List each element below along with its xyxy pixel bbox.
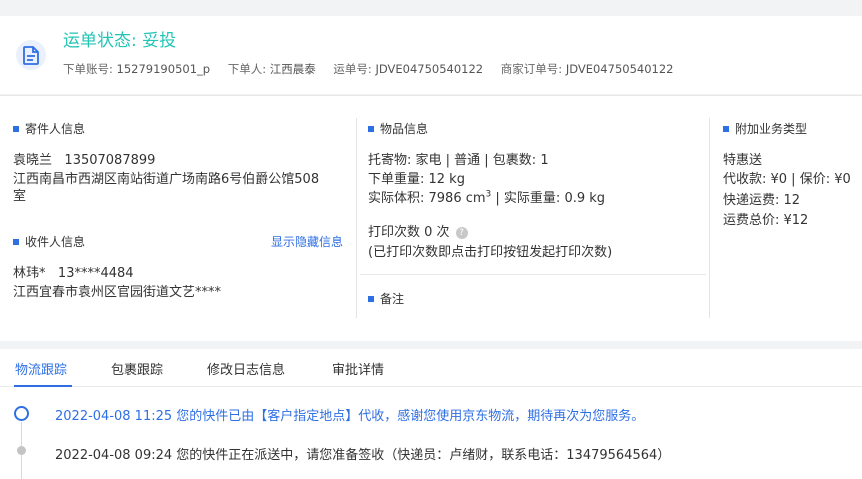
waybill-status: 运单状态: 妥投 xyxy=(63,26,176,51)
section-divider xyxy=(360,274,706,275)
orderer-value: 江西晨泰 xyxy=(269,62,316,76)
timeline-current-dot-icon xyxy=(14,406,29,421)
sender-contact: 袁晓兰 13507087899 xyxy=(13,149,155,168)
order-meta: 下单账号: 15279190501_p 下单人: 江西晨泰 运单号: JDVE0… xyxy=(63,61,687,77)
extra-section-title: 附加业务类型 xyxy=(723,120,807,137)
goods-section-title: 物品信息 xyxy=(368,120,428,137)
actual-volume-weight: 实际体积: 7986 cm3 | 实际重量: 0.9 kg xyxy=(368,187,605,206)
tracking-panel: 物流跟踪 包裹跟踪 修改日志信息 审批详情 2022-04-08 11:25 您… xyxy=(0,349,862,479)
volume-value: 7986 cm xyxy=(428,191,486,206)
section-marker-icon xyxy=(368,296,374,302)
remark-section-title: 备注 xyxy=(368,290,404,307)
timeline-entry: 2022-04-08 09:24 您的快件正在派送中，请您准备签收（快递员：卢绪… xyxy=(55,448,671,463)
section-marker-icon xyxy=(13,126,19,132)
tab-logistics-tracking[interactable]: 物流跟踪 xyxy=(15,359,67,378)
sender-name: 袁晓兰 xyxy=(13,153,53,168)
volume-label: 实际体积: xyxy=(368,191,429,206)
goods-column: 物品信息 托寄物: 家电 | 普通 | 包裹数: 1 下单重量: 12 kg 实… xyxy=(357,96,709,341)
tab-change-log[interactable]: 修改日志信息 xyxy=(207,359,285,378)
timeline-entry: 2022-04-08 11:25 您的快件已由【客户指定地点】代收，感谢您使用京… xyxy=(55,409,645,424)
active-tab-indicator xyxy=(14,385,72,387)
sender-receiver-column: 寄件人信息 袁晓兰 13507087899 江西南昌市西湖区南站街道广场南路6号… xyxy=(0,96,356,341)
service-type: 特惠送 xyxy=(723,153,763,168)
sender-address: 江西南昌市西湖区南站街道广场南路6号伯爵公馆508 xyxy=(13,172,320,187)
status-label: 运单状态: xyxy=(63,31,143,51)
merchant-order-value: JDVE04750540122 xyxy=(565,62,674,76)
sender-section-title: 寄件人信息 xyxy=(13,120,85,137)
waybill-detail-page: 运单状态: 妥投 下单账号: 15279190501_p 下单人: 江西晨泰 运… xyxy=(0,0,862,479)
receiver-name: 林玮* xyxy=(13,266,46,281)
document-icon xyxy=(16,40,46,70)
waybill-number-value: JDVE04750540122 xyxy=(375,62,484,76)
receiver-phone: 13****4484 xyxy=(57,266,134,281)
order-weight: 下单重量: 12 kg xyxy=(368,172,465,187)
print-count: 打印次数 0 次? xyxy=(368,221,468,240)
extra-service-column: 附加业务类型 特惠送 代收款: ¥0 | 保价: ¥0 快递运费: 12 运费总… xyxy=(710,96,862,341)
actual-weight: | 实际重量: 0.9 kg xyxy=(491,191,606,206)
section-marker-icon xyxy=(723,126,729,132)
receiver-address: 江西宜春市袁州区官园街道文艺**** xyxy=(13,285,222,300)
receiver-contact: 林玮* 13****4484 xyxy=(13,262,134,281)
print-count-hint: (已打印次数即点击打印按钮发起打印次数) xyxy=(368,245,613,260)
info-panel: 寄件人信息 袁晓兰 13507087899 江西南昌市西湖区南站街道广场南路6号… xyxy=(0,95,862,341)
cod-insurance: 代收款: ¥0 | 保价: ¥0 xyxy=(723,172,851,187)
section-marker-icon xyxy=(13,239,19,245)
section-marker-icon xyxy=(368,126,374,132)
status-value: 妥投 xyxy=(142,31,177,51)
help-icon[interactable]: ? xyxy=(455,227,468,239)
goods-description: 托寄物: 家电 | 普通 | 包裹数: 1 xyxy=(368,153,549,168)
order-account: 下单账号: 15279190501_p xyxy=(63,62,210,76)
tab-bar: 物流跟踪 包裹跟踪 修改日志信息 审批详情 xyxy=(0,349,862,387)
print-count-text: 打印次数 0 次 xyxy=(368,225,450,240)
shipping-fee: 快递运费: 12 xyxy=(723,193,801,208)
waybill-number: 运单号: JDVE04750540122 xyxy=(333,62,483,76)
sender-address-cont: 室 xyxy=(13,189,27,204)
sender-phone: 13507087899 xyxy=(64,153,156,168)
order-account-value: 15279190501_p xyxy=(116,62,211,76)
tab-approval-details[interactable]: 审批详情 xyxy=(332,359,384,378)
total-fee: 运费总价: ¥12 xyxy=(723,213,809,228)
tab-package-tracking[interactable]: 包裹跟踪 xyxy=(111,359,163,378)
show-hidden-info-link[interactable]: 显示隐藏信息 xyxy=(271,233,343,250)
receiver-section-title: 收件人信息 xyxy=(13,233,85,250)
merchant-order-number: 商家订单号: JDVE04750540122 xyxy=(501,62,674,76)
orderer-label: 下单人: xyxy=(227,62,270,76)
waybill-number-label: 运单号: xyxy=(333,62,376,76)
orderer: 下单人: 江西晨泰 xyxy=(228,62,316,76)
order-account-label: 下单账号: xyxy=(63,62,117,76)
waybill-header: 运单状态: 妥投 下单账号: 15279190501_p 下单人: 江西晨泰 运… xyxy=(0,16,862,94)
timeline-dot-icon xyxy=(17,446,26,455)
merchant-order-label: 商家订单号: xyxy=(500,62,566,76)
